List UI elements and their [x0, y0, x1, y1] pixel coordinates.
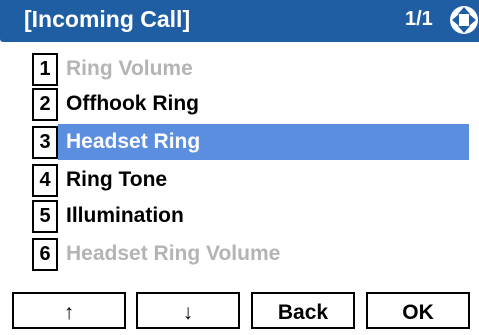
- menu-item-label: Headset Ring: [66, 130, 201, 153]
- menu-item-number: 1: [32, 53, 58, 86]
- menu-list: 1 Ring Volume 2 Offhook Ring 3 Headset R…: [0, 0, 479, 335]
- menu-item-number: 5: [32, 200, 58, 233]
- menu-item-label: Offhook Ring: [66, 92, 199, 115]
- menu-item-label: Illumination: [66, 204, 184, 227]
- ok-button[interactable]: OK: [366, 292, 470, 329]
- softkey-bar: ↑ ↓ Back OK: [0, 292, 479, 335]
- menu-item-number: 3: [32, 126, 58, 159]
- back-button[interactable]: Back: [251, 292, 355, 329]
- down-arrow-button[interactable]: ↓: [136, 292, 240, 329]
- menu-item-number: 6: [32, 238, 58, 271]
- menu-item-label: Ring Volume: [66, 57, 193, 80]
- up-arrow-button[interactable]: ↑: [12, 292, 126, 329]
- menu-item-number: 4: [32, 164, 58, 197]
- menu-item-label: Ring Tone: [66, 168, 168, 191]
- menu-item-label: Headset Ring Volume: [66, 242, 281, 265]
- menu-item-number: 2: [32, 88, 58, 121]
